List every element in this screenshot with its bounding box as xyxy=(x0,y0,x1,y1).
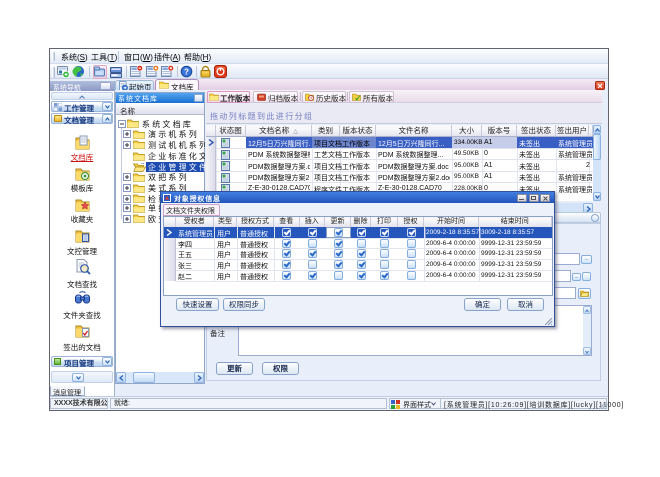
svg-text:?: ? xyxy=(184,67,189,76)
